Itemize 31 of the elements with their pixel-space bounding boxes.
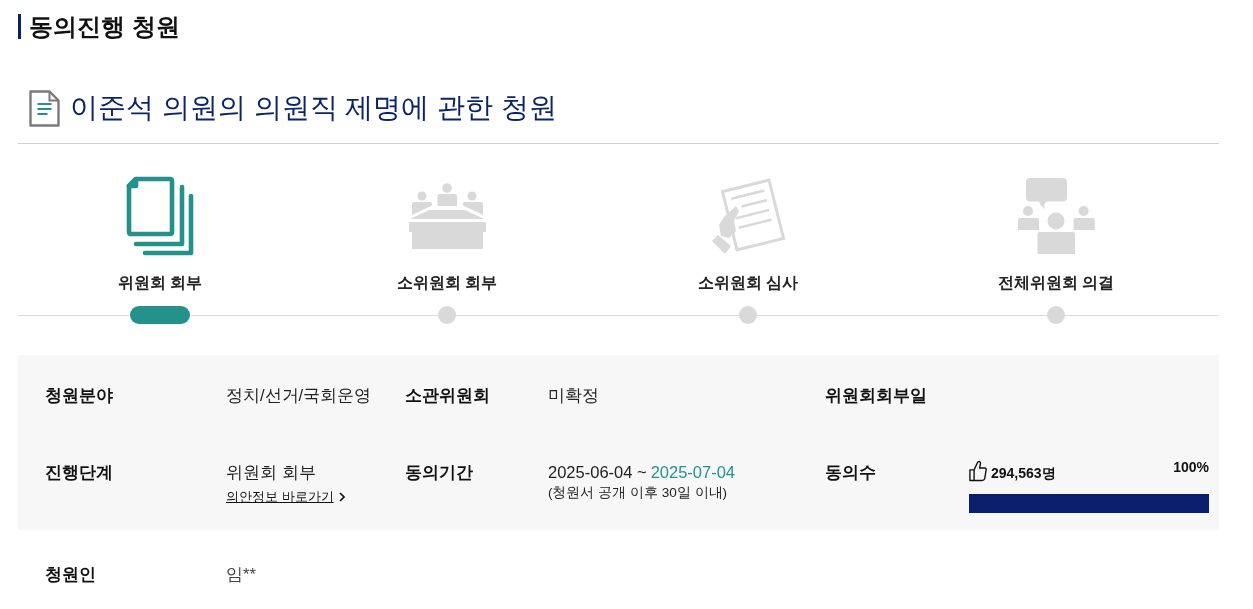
field-label: 위원회회부일 (825, 385, 928, 406)
chevron-right-icon (338, 492, 345, 502)
document-icon (29, 89, 60, 127)
step-label: 전체위원회 의결 (997, 273, 1115, 293)
step-label: 소위원회 회부 (396, 273, 498, 293)
step-label: 소위원회 심사 (697, 273, 799, 293)
speech-bubble-people-icon (1017, 178, 1095, 254)
field-label: 진행단계 (45, 462, 114, 483)
field-value: 임** (226, 564, 257, 585)
period-end-date: 2025-07-04 (650, 462, 736, 483)
hand-document-icon (710, 177, 786, 255)
period-note: (청원서 공개 이후 30일 이내) (548, 484, 728, 502)
section-title: 동의진행 청원 (29, 13, 180, 40)
field-value: 위원회 회부 (226, 462, 317, 483)
field-label: 청원분야 (45, 385, 114, 406)
meeting-table-icon (408, 183, 486, 249)
field-label: 동의수 (825, 462, 877, 483)
document-stack-icon (126, 176, 194, 256)
field-label: 청원인 (45, 564, 97, 585)
field-label: 동의기간 (405, 462, 474, 483)
accent-bar-icon (18, 14, 21, 39)
field-value: 미확정 (548, 385, 600, 406)
consent-count: 294,563명 (991, 464, 1056, 482)
bill-info-link[interactable]: 의안정보 바로가기 (226, 488, 345, 506)
consent-percent: 100% (1173, 458, 1209, 476)
period-start-date: 2025-06-04 ~ (548, 462, 647, 483)
petition-title: 이준석 의원의 의원직 제명에 관한 청원 (70, 91, 557, 125)
thumbs-up-icon (969, 460, 987, 482)
step-label: 위원회 회부 (117, 273, 203, 293)
field-label: 소관위원회 (405, 385, 491, 406)
field-value: 정치/선거/국회운영 (226, 385, 373, 406)
